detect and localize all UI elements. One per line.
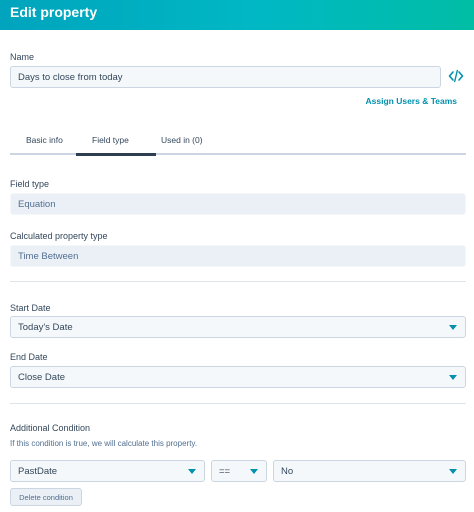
- field-type-value: Equation: [10, 193, 466, 215]
- modal-header: Edit property: [0, 0, 474, 30]
- end-date-label: End Date: [10, 352, 48, 362]
- end-date-selected: Close Date: [18, 371, 65, 383]
- calculated-type-label: Calculated property type: [10, 231, 108, 241]
- modal-title: Edit property: [10, 4, 98, 20]
- calculated-type-value: Time Between: [10, 245, 466, 267]
- start-date-label: Start Date: [10, 303, 51, 313]
- condition-value-selected: No: [281, 465, 294, 477]
- divider: [10, 403, 466, 404]
- calculated-type-text: Time Between: [18, 250, 79, 262]
- name-input[interactable]: [18, 71, 440, 83]
- field-type-text: Equation: [18, 198, 56, 210]
- chevron-down-icon: [449, 325, 457, 330]
- condition-property-select[interactable]: PastDate: [10, 460, 205, 482]
- chevron-down-icon: [449, 375, 457, 380]
- start-date-selected: Today's Date: [18, 321, 73, 333]
- additional-condition-label: Additional Condition: [10, 423, 91, 433]
- chevron-down-icon: [188, 469, 196, 474]
- tab-used-in[interactable]: Used in (0): [161, 135, 203, 145]
- code-icon[interactable]: [448, 69, 464, 83]
- start-date-select[interactable]: Today's Date: [10, 316, 466, 338]
- tab-basic-info[interactable]: Basic info: [26, 135, 63, 145]
- additional-condition-hint: If this condition is true, we will calcu…: [10, 439, 198, 448]
- divider: [10, 281, 466, 282]
- condition-operator-selected: ==: [219, 465, 231, 477]
- condition-value-select[interactable]: No: [273, 460, 466, 482]
- condition-operator-select[interactable]: ==: [211, 460, 267, 482]
- tab-field-type[interactable]: Field type: [92, 135, 129, 145]
- assign-users-teams-link[interactable]: Assign Users & Teams: [366, 96, 458, 106]
- name-label: Name: [10, 52, 35, 62]
- delete-condition-button[interactable]: Delete condition: [10, 488, 82, 506]
- chevron-down-icon: [250, 469, 258, 474]
- active-tab-indicator: [76, 153, 156, 156]
- name-input-wrapper[interactable]: [10, 66, 441, 88]
- chevron-down-icon: [449, 469, 457, 474]
- end-date-select[interactable]: Close Date: [10, 366, 466, 388]
- condition-property-selected: PastDate: [18, 465, 58, 477]
- field-type-label: Field type: [10, 179, 50, 189]
- tab-bar: Basic info Field type Used in (0): [10, 125, 466, 156]
